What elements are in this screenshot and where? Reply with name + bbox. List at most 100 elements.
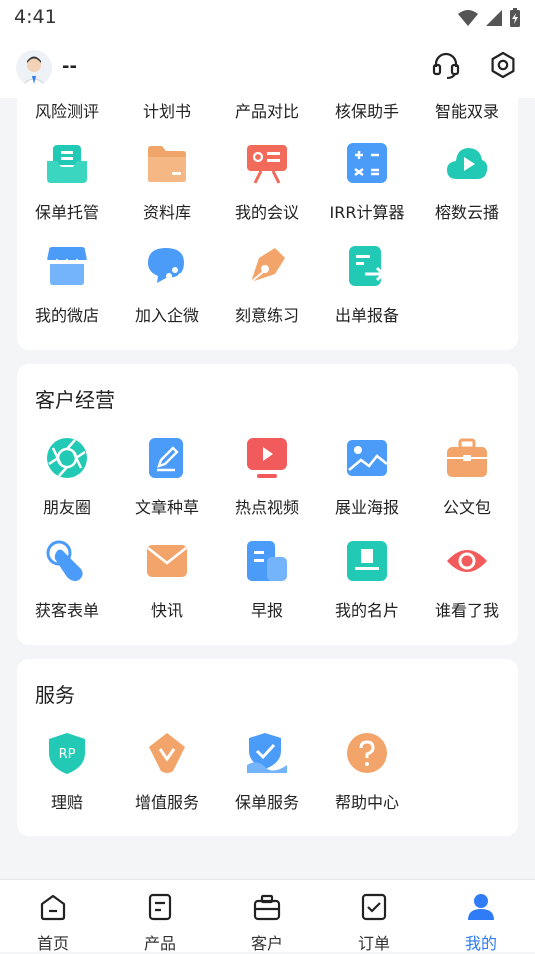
battery-icon (510, 8, 520, 27)
tool-library[interactable]: 资料库 (117, 141, 217, 223)
signal-icon (486, 10, 502, 26)
customer-item-morning-report[interactable]: 早报 (217, 539, 317, 621)
tab-customers[interactable]: 客户 (227, 892, 307, 954)
tool-label: 核保助手 (334, 102, 399, 121)
diamond-v-icon (149, 733, 185, 773)
customer-item-moments[interactable]: 朋友圈 (17, 436, 117, 518)
tool-plan-book[interactable]: 计划书 (117, 98, 217, 122)
question-icon (347, 733, 387, 773)
tool-label: 保单托管 (34, 203, 99, 222)
customer-item-label: 文章种草 (134, 498, 199, 517)
service-item-label: 帮助中心 (334, 793, 399, 812)
touch-icon (46, 540, 83, 581)
customer-operation-card: 客户经营 朋友圈 文章种草 热点视频 展业海报 公文包 获客表单 快讯 早报 我… (17, 364, 518, 645)
tool-label: 风险测评 (34, 102, 99, 121)
pen-nib-icon (250, 248, 285, 283)
briefcase-icon (447, 438, 487, 477)
customer-item-label: 朋友圈 (42, 498, 91, 517)
tool-risk-assessment[interactable]: 风险测评 (17, 98, 117, 122)
tab-label: 我的 (464, 934, 497, 953)
chat-bubble-icon (148, 248, 184, 285)
tool-irr-calculator[interactable]: IRR计算器 (317, 141, 417, 223)
tool-underwriting-assistant[interactable]: 核保助手 (317, 98, 417, 122)
username: -- (62, 56, 77, 77)
aperture-icon (47, 438, 87, 478)
rp-badge-text: RP (59, 747, 76, 762)
newspaper-icon (247, 541, 287, 581)
service-item-value-added[interactable]: 增值服务 (117, 731, 217, 813)
tool-label: 我的会议 (234, 203, 299, 222)
customer-item-who-viewed-me[interactable]: 谁看了我 (417, 539, 517, 621)
tab-home[interactable]: 首页 (13, 892, 93, 954)
section-title: 客户经营 (35, 388, 115, 412)
avatar[interactable] (16, 50, 52, 86)
product-icon (148, 893, 172, 921)
tool-label: IRR计算器 (329, 203, 405, 222)
customer-item-label: 快讯 (150, 601, 183, 620)
order-icon (361, 893, 387, 921)
service-item-label: 保单服务 (234, 793, 299, 812)
customer-item-label: 展业海报 (334, 498, 399, 517)
service-item-claims[interactable]: RP 理赔 (17, 731, 117, 813)
tool-join-wecom[interactable]: 加入企微 (117, 244, 217, 326)
bottom-tab-bar: 首页 产品 客户 订单 我的 (0, 879, 535, 954)
eye-icon (447, 550, 487, 572)
avatar-person-icon (16, 50, 52, 86)
tool-label: 加入企微 (134, 306, 199, 325)
customer-item-news-flash[interactable]: 快讯 (117, 539, 217, 621)
customer-item-label: 热点视频 (234, 498, 299, 517)
tools-card: 风险测评 计划书 产品对比 核保助手 智能双录 保单托管 资料库 我的会议 IR… (17, 84, 518, 350)
customer-item-my-card[interactable]: 我的名片 (317, 539, 417, 621)
service-item-policy-service[interactable]: 保单服务 (217, 731, 317, 813)
tool-product-compare[interactable]: 产品对比 (217, 98, 317, 122)
tool-order-report[interactable]: 出单报备 (317, 244, 417, 326)
tool-label: 我的微店 (34, 306, 99, 325)
customer-item-label: 公文包 (442, 498, 491, 517)
tab-label: 订单 (357, 934, 390, 953)
tool-label: 计划书 (142, 102, 191, 121)
tool-smart-recording[interactable]: 智能双录 (417, 98, 517, 122)
video-play-icon (247, 438, 287, 478)
tool-label: 资料库 (142, 203, 191, 222)
tool-policy-custody[interactable]: 保单托管 (17, 141, 117, 223)
status-time: 4:41 (14, 6, 57, 28)
tool-label: 榕数云播 (434, 203, 499, 222)
customer-item-briefcase[interactable]: 公文包 (417, 436, 517, 518)
calculator-icon (347, 143, 387, 183)
customer-item-hot-videos[interactable]: 热点视频 (217, 436, 317, 518)
tool-cloud-broadcast[interactable]: 榕数云播 (417, 141, 517, 223)
tab-label: 客户 (250, 934, 283, 953)
meeting-icon (247, 145, 287, 184)
service-item-label: 增值服务 (134, 793, 199, 812)
edit-document-icon (149, 438, 183, 478)
document-arrow-icon (349, 246, 386, 286)
headset-icon[interactable] (431, 50, 461, 80)
service-item-label: 理赔 (50, 793, 83, 812)
tool-my-shop[interactable]: 我的微店 (17, 244, 117, 326)
profile-icon (468, 894, 494, 920)
tool-label: 出单报备 (334, 306, 399, 325)
tool-label: 产品对比 (234, 102, 299, 121)
tab-mine[interactable]: 我的 (441, 892, 521, 954)
tab-products[interactable]: 产品 (120, 892, 200, 954)
check-shield-icon (247, 733, 287, 773)
customer-item-lead-form[interactable]: 获客表单 (17, 539, 117, 621)
customer-item-posters[interactable]: 展业海报 (317, 436, 417, 518)
section-title: 服务 (35, 683, 75, 707)
tool-label: 智能双录 (434, 102, 499, 121)
tab-label: 产品 (143, 934, 176, 953)
service-card: 服务 RP 理赔 增值服务 保单服务 帮助中心 (17, 659, 518, 836)
tab-orders[interactable]: 订单 (334, 892, 414, 954)
service-item-help-center[interactable]: 帮助中心 (317, 731, 417, 813)
tool-my-meetings[interactable]: 我的会议 (217, 141, 317, 223)
customer-item-articles[interactable]: 文章种草 (117, 436, 217, 518)
folder-icon (148, 146, 186, 182)
shop-icon (46, 247, 88, 285)
customer-item-label: 获客表单 (34, 601, 99, 620)
tab-label: 首页 (36, 934, 69, 953)
image-icon (347, 440, 388, 476)
tool-deliberate-practice[interactable]: 刻意练习 (217, 244, 317, 326)
settings-hexagon-icon[interactable] (488, 50, 518, 80)
cloud-play-icon (447, 148, 488, 179)
status-bar: 4:41 (0, 0, 535, 36)
